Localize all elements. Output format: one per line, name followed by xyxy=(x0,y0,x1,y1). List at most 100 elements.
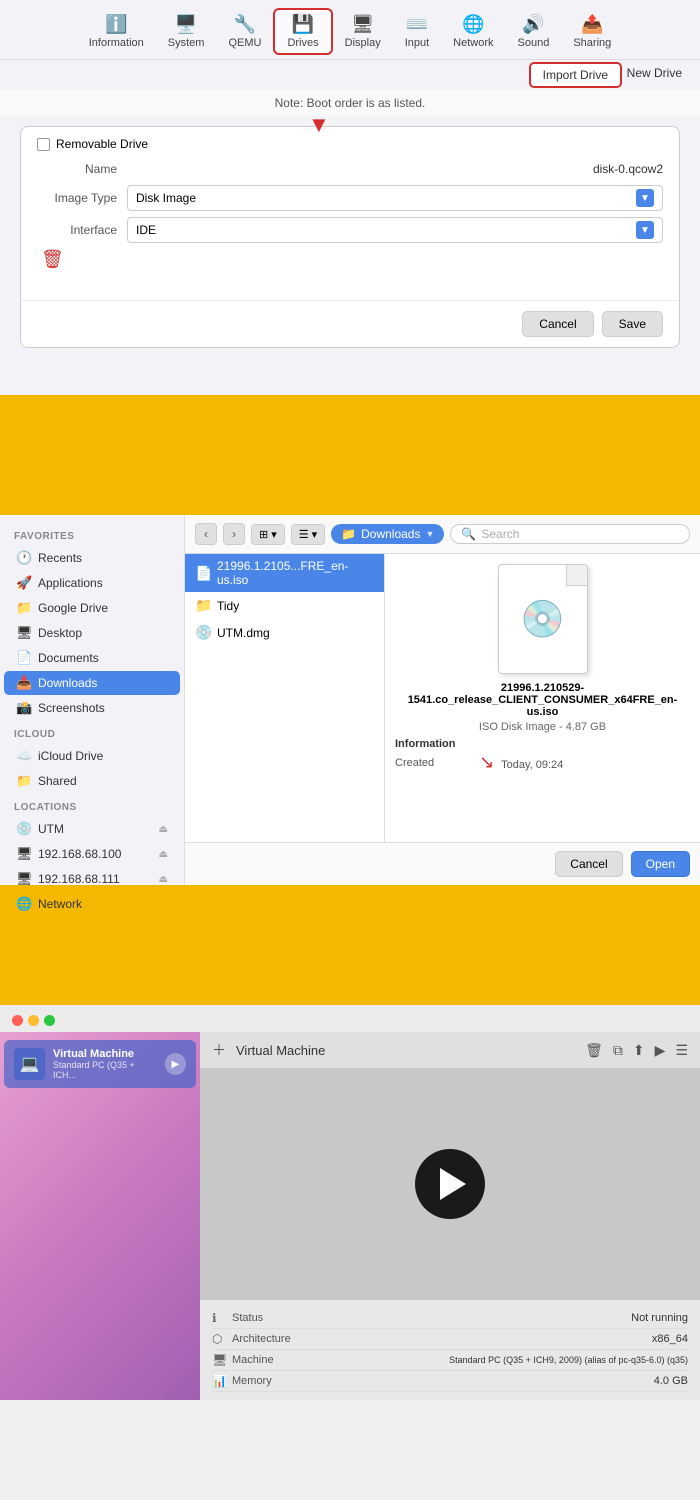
toolbar-drives[interactable]: 💾 Drives xyxy=(273,8,332,55)
window-chrome xyxy=(0,1005,700,1032)
yellow-separator-1 xyxy=(0,395,700,515)
vm-clone-icon[interactable]: ⧉ xyxy=(613,1042,623,1059)
image-type-field-row: Image Type Disk Image ▼ xyxy=(37,185,663,211)
image-type-label: Image Type xyxy=(37,191,127,205)
file-item-tidy[interactable]: 📁 Tidy xyxy=(185,592,384,619)
drives-icon: 💾 xyxy=(292,14,314,35)
sidebar-item-screenshots[interactable]: 📸 Screenshots xyxy=(4,696,180,720)
sidebar-item-desktop[interactable]: 🖥 Desktop xyxy=(4,621,180,645)
delete-drive-button[interactable]: 🗑 xyxy=(41,249,663,270)
screenshots-icon: 📸 xyxy=(16,700,32,716)
preview-info-label: Information xyxy=(395,738,456,750)
memory-icon: 📊 xyxy=(212,1374,232,1388)
vm-trash-icon[interactable]: 🗑 xyxy=(585,1042,603,1059)
ip1-icon: 🖥 xyxy=(16,846,32,862)
sidebar-item-shared[interactable]: 📁 Shared xyxy=(4,769,180,793)
sidebar-item-ip2[interactable]: 🖥 192.168.68.111 ⏏ xyxy=(4,867,180,891)
iso-file-icon: 📄 xyxy=(195,565,211,582)
removable-checkbox[interactable] xyxy=(37,138,50,151)
sidebar-item-recents[interactable]: 🕐 Recents xyxy=(4,546,180,570)
memory-value: 4.0 GB xyxy=(352,1375,688,1387)
vm-play-button[interactable]: ▶ xyxy=(165,1053,186,1075)
applications-icon: 🚀 xyxy=(16,575,32,591)
sidebar-item-google-drive[interactable]: 📁 Google Drive xyxy=(4,596,180,620)
search-box[interactable]: 🔍 Search xyxy=(450,524,690,544)
ip2-eject-icon: ⏏ xyxy=(159,874,168,885)
vm-run-icon[interactable]: ▶ xyxy=(655,1042,666,1059)
name-field-row: Name disk-0.qcow2 xyxy=(37,159,663,179)
sound-icon: 🔊 xyxy=(522,14,544,35)
drives-dialog-body: Removable Drive Name disk-0.qcow2 Image … xyxy=(20,126,680,348)
file-cancel-button[interactable]: Cancel xyxy=(555,851,622,877)
vm-item-info: Virtual Machine Standard PC (Q35 + ICH..… xyxy=(53,1048,157,1080)
vm-item-name: Virtual Machine xyxy=(53,1048,157,1060)
close-window-button[interactable] xyxy=(12,1015,23,1026)
folder-icon: 📁 xyxy=(341,527,356,541)
vm-add-icon[interactable]: ＋ xyxy=(212,1040,226,1060)
toolbar-qemu-label: QEMU xyxy=(228,37,261,49)
toolbar-sound[interactable]: 🔊 Sound xyxy=(506,10,562,53)
file-list-area: 📄 21996.1.2105...FRE_en-us.iso 📁 Tidy 💿 … xyxy=(185,554,700,842)
preview-disk-icon: 💿 xyxy=(498,564,588,674)
cancel-button[interactable]: Cancel xyxy=(522,311,593,337)
sidebar-item-network[interactable]: 🌐 Network xyxy=(4,892,180,916)
minimize-window-button[interactable] xyxy=(28,1015,39,1026)
list-view-button[interactable]: ☰ ▾ xyxy=(291,524,325,545)
toolbar-display-label: Display xyxy=(345,37,381,49)
locations-section-label: Locations xyxy=(0,794,184,816)
file-open-button[interactable]: Open xyxy=(631,851,690,877)
sidebar-item-ip1[interactable]: 🖥 192.168.68.100 ⏏ xyxy=(4,842,180,866)
search-icon: 🔍 xyxy=(461,527,476,541)
file-item-utm-dmg[interactable]: 💿 UTM.dmg xyxy=(185,619,384,646)
toolbar-system[interactable]: 🖥️ System xyxy=(156,10,217,53)
vm-menu-icon[interactable]: ☰ xyxy=(675,1042,688,1059)
drives-arrow-indicator: ▼ xyxy=(308,112,330,138)
image-type-value: Disk Image xyxy=(136,191,196,205)
icon-view-button[interactable]: ⊞ ▾ xyxy=(251,524,285,545)
sidebar-item-applications[interactable]: 🚀 Applications xyxy=(4,571,180,595)
toolbar-information[interactable]: ℹ️ Information xyxy=(77,10,156,53)
sidebar-downloads-label: Downloads xyxy=(38,676,97,690)
list-icon: ☰ xyxy=(299,528,309,541)
toolbar-input-label: Input xyxy=(405,37,429,49)
back-button[interactable]: ‹ xyxy=(195,523,217,545)
interface-select[interactable]: IDE ▼ xyxy=(127,217,663,243)
maximize-window-button[interactable] xyxy=(44,1015,55,1026)
dialog-footer: Cancel Save xyxy=(21,300,679,347)
new-drive-button[interactable]: New Drive xyxy=(619,62,690,84)
save-button[interactable]: Save xyxy=(602,311,663,337)
location-label: Downloads xyxy=(361,527,420,541)
vm-start-button[interactable] xyxy=(415,1149,485,1219)
toolbar-qemu[interactable]: 🔧 QEMU xyxy=(216,10,273,53)
image-type-select[interactable]: Disk Image ▼ xyxy=(127,185,663,211)
sidebar-item-documents[interactable]: 📄 Documents xyxy=(4,646,180,670)
forward-button[interactable]: › xyxy=(223,523,245,545)
file-item-iso[interactable]: 📄 21996.1.2105...FRE_en-us.iso xyxy=(185,554,384,592)
sidebar-item-utm[interactable]: 💿 UTM ⏏ xyxy=(4,817,180,841)
sidebar-network-label: Network xyxy=(38,897,82,911)
vm-share-icon[interactable]: ⬆ xyxy=(633,1042,645,1059)
file-sidebar: Favorites 🕐 Recents 🚀 Applications 📁 Goo… xyxy=(0,515,185,885)
import-drive-button[interactable]: Import Drive xyxy=(529,62,622,88)
utm-vm-section: 💻 Virtual Machine Standard PC (Q35 + ICH… xyxy=(0,1005,700,1400)
vm-machine-row: 🖥 Machine Standard PC (Q35 + ICH9, 2009)… xyxy=(212,1350,688,1371)
vm-item-icon: 💻 xyxy=(14,1048,45,1080)
file-preview-pane: 💿 21996.1.210529-1541.co_release_CLIENT_… xyxy=(385,554,700,842)
sidebar-google-drive-label: Google Drive xyxy=(38,601,108,615)
toolbar-network[interactable]: 🌐 Network xyxy=(441,10,505,53)
toolbar-input[interactable]: ⌨️ Input xyxy=(393,10,441,53)
grid-icon: ⊞ xyxy=(259,528,268,541)
vm-architecture-row: ⬡ Architecture x86_64 xyxy=(212,1329,688,1350)
utm-dmg-label: UTM.dmg xyxy=(217,626,270,640)
toolbar-sound-label: Sound xyxy=(518,37,550,49)
documents-icon: 📄 xyxy=(16,650,32,666)
sidebar-item-icloud-drive[interactable]: ☁️ iCloud Drive xyxy=(4,744,180,768)
toolbar-display[interactable]: 🖥 Display xyxy=(333,10,393,53)
input-icon: ⌨️ xyxy=(406,14,428,35)
preview-type: ISO Disk Image - 4.87 GB xyxy=(479,721,606,733)
google-drive-icon: 📁 xyxy=(16,600,32,616)
vm-list-item-virtual-machine[interactable]: 💻 Virtual Machine Standard PC (Q35 + ICH… xyxy=(4,1040,196,1088)
sidebar-item-downloads[interactable]: 📥 Downloads xyxy=(4,671,180,695)
toolbar-sharing[interactable]: 📤 Sharing xyxy=(561,10,623,53)
vm-info-panel: ℹ Status Not running ⬡ Architecture x86_… xyxy=(200,1299,700,1400)
